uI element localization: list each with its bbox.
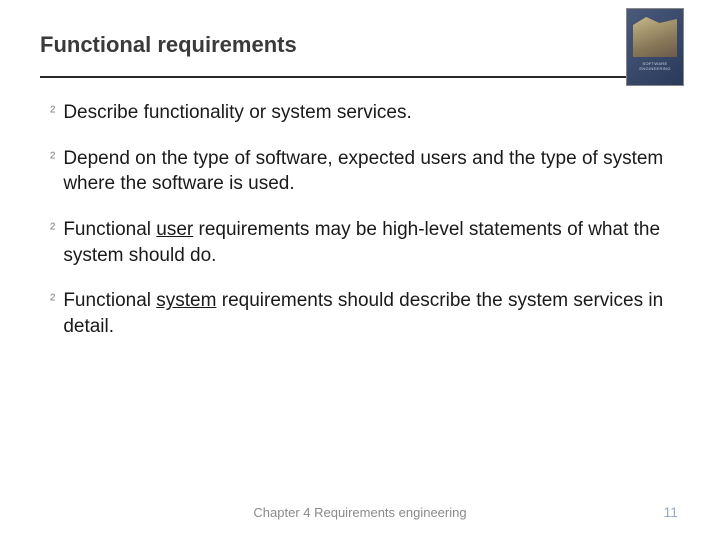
book-cover-image — [626, 8, 684, 86]
slide-title: Functional requirements — [40, 32, 680, 58]
bullet-item: ² Functional user requirements may be hi… — [50, 217, 670, 268]
bullet-item: ² Functional system requirements should … — [50, 288, 670, 339]
diamond-bullet-icon: ² — [50, 148, 55, 170]
diamond-bullet-icon: ² — [50, 219, 55, 241]
diamond-bullet-icon: ² — [50, 102, 55, 124]
bullet-text: Functional user requirements may be high… — [63, 217, 670, 268]
bullet-item: ² Describe functionality or system servi… — [50, 100, 670, 126]
slide-content: ² Describe functionality or system servi… — [0, 78, 720, 339]
slide-footer: Chapter 4 Requirements engineering 11 — [0, 505, 720, 520]
bullet-item: ² Depend on the type of software, expect… — [50, 146, 670, 197]
slide-header: Functional requirements — [0, 0, 720, 70]
bullet-text: Functional system requirements should de… — [63, 288, 670, 339]
page-number: 11 — [663, 504, 678, 520]
bullet-text: Depend on the type of software, expected… — [63, 146, 670, 197]
diamond-bullet-icon: ² — [50, 290, 55, 312]
bullet-text: Describe functionality or system service… — [63, 100, 670, 126]
footer-chapter: Chapter 4 Requirements engineering — [253, 505, 466, 520]
